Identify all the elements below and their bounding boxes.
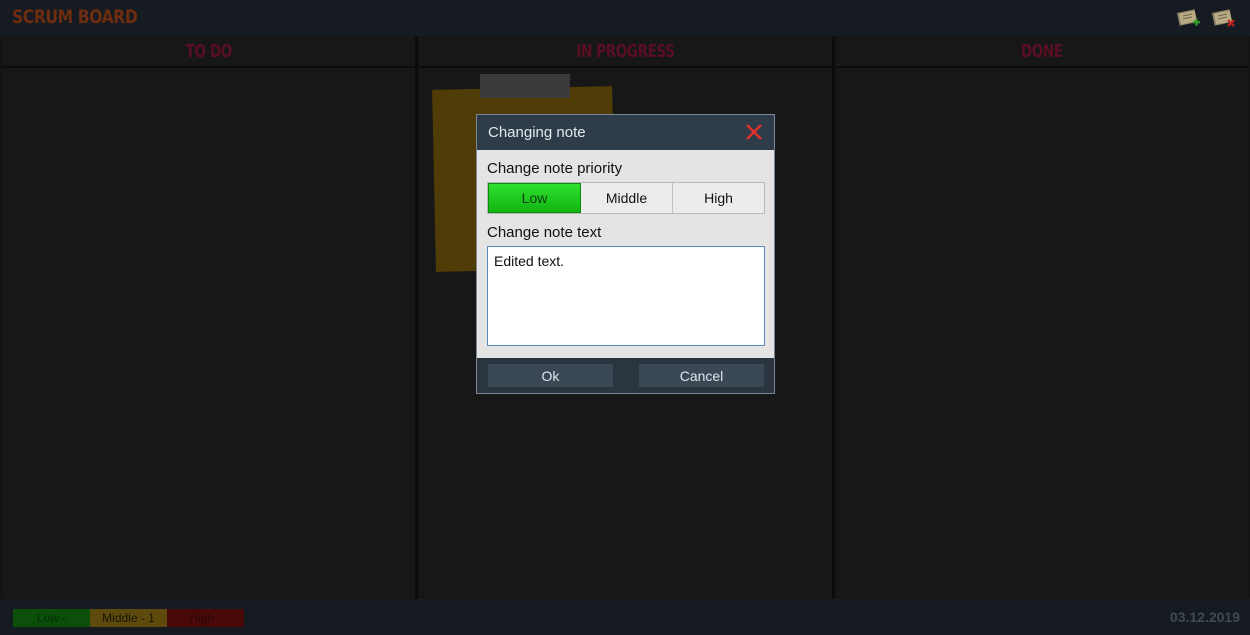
column-header: IN PROGRESS — [419, 37, 832, 68]
legend-middle: Middle - 1 — [90, 609, 167, 627]
column-title: IN PROGRESS — [576, 41, 675, 62]
priority-selector: Low Middle High — [487, 182, 765, 214]
priority-middle-button[interactable]: Middle — [581, 183, 673, 213]
note-text-label: Change note text — [487, 224, 602, 241]
column-body[interactable] — [836, 68, 1248, 599]
status-bar: Low - Middle - 1 High - 03.12.2019 — [0, 599, 1250, 635]
dialog-title: Changing note — [488, 124, 586, 141]
priority-label: Change note priority — [487, 160, 623, 177]
note-text-input[interactable]: Edited text. — [487, 246, 765, 346]
app-title: SCRUM BOARD — [12, 6, 138, 28]
column-header: DONE — [836, 37, 1248, 68]
ok-button[interactable]: Ok — [488, 364, 613, 387]
cancel-button[interactable]: Cancel — [639, 364, 764, 387]
delete-note-icon[interactable] — [1211, 6, 1237, 30]
current-date: 03.12.2019 — [1169, 609, 1240, 625]
column-body[interactable] — [2, 68, 415, 599]
dialog-body: Change note priority Low Middle High Cha… — [477, 150, 774, 358]
column-todo: TO DO — [2, 37, 415, 599]
note-tape — [480, 74, 570, 98]
column-done: DONE — [836, 37, 1248, 599]
column-divider — [415, 37, 418, 599]
top-bar: SCRUM BOARD — [0, 0, 1250, 36]
change-note-dialog: Changing note Change note priority Low M… — [476, 114, 775, 394]
close-icon[interactable] — [744, 122, 764, 142]
priority-legend: Low - Middle - 1 High - — [13, 609, 244, 627]
column-title: DONE — [1021, 41, 1063, 62]
column-divider — [832, 37, 835, 599]
add-note-icon[interactable] — [1176, 6, 1202, 30]
legend-high: High - — [167, 609, 244, 627]
column-header: TO DO — [2, 37, 415, 68]
priority-low-button[interactable]: Low — [488, 183, 581, 213]
dialog-header: Changing note — [477, 115, 774, 150]
column-title: TO DO — [185, 41, 232, 62]
priority-high-button[interactable]: High — [673, 183, 764, 213]
dialog-footer: Ok Cancel — [477, 358, 774, 393]
legend-low: Low - — [13, 609, 90, 627]
